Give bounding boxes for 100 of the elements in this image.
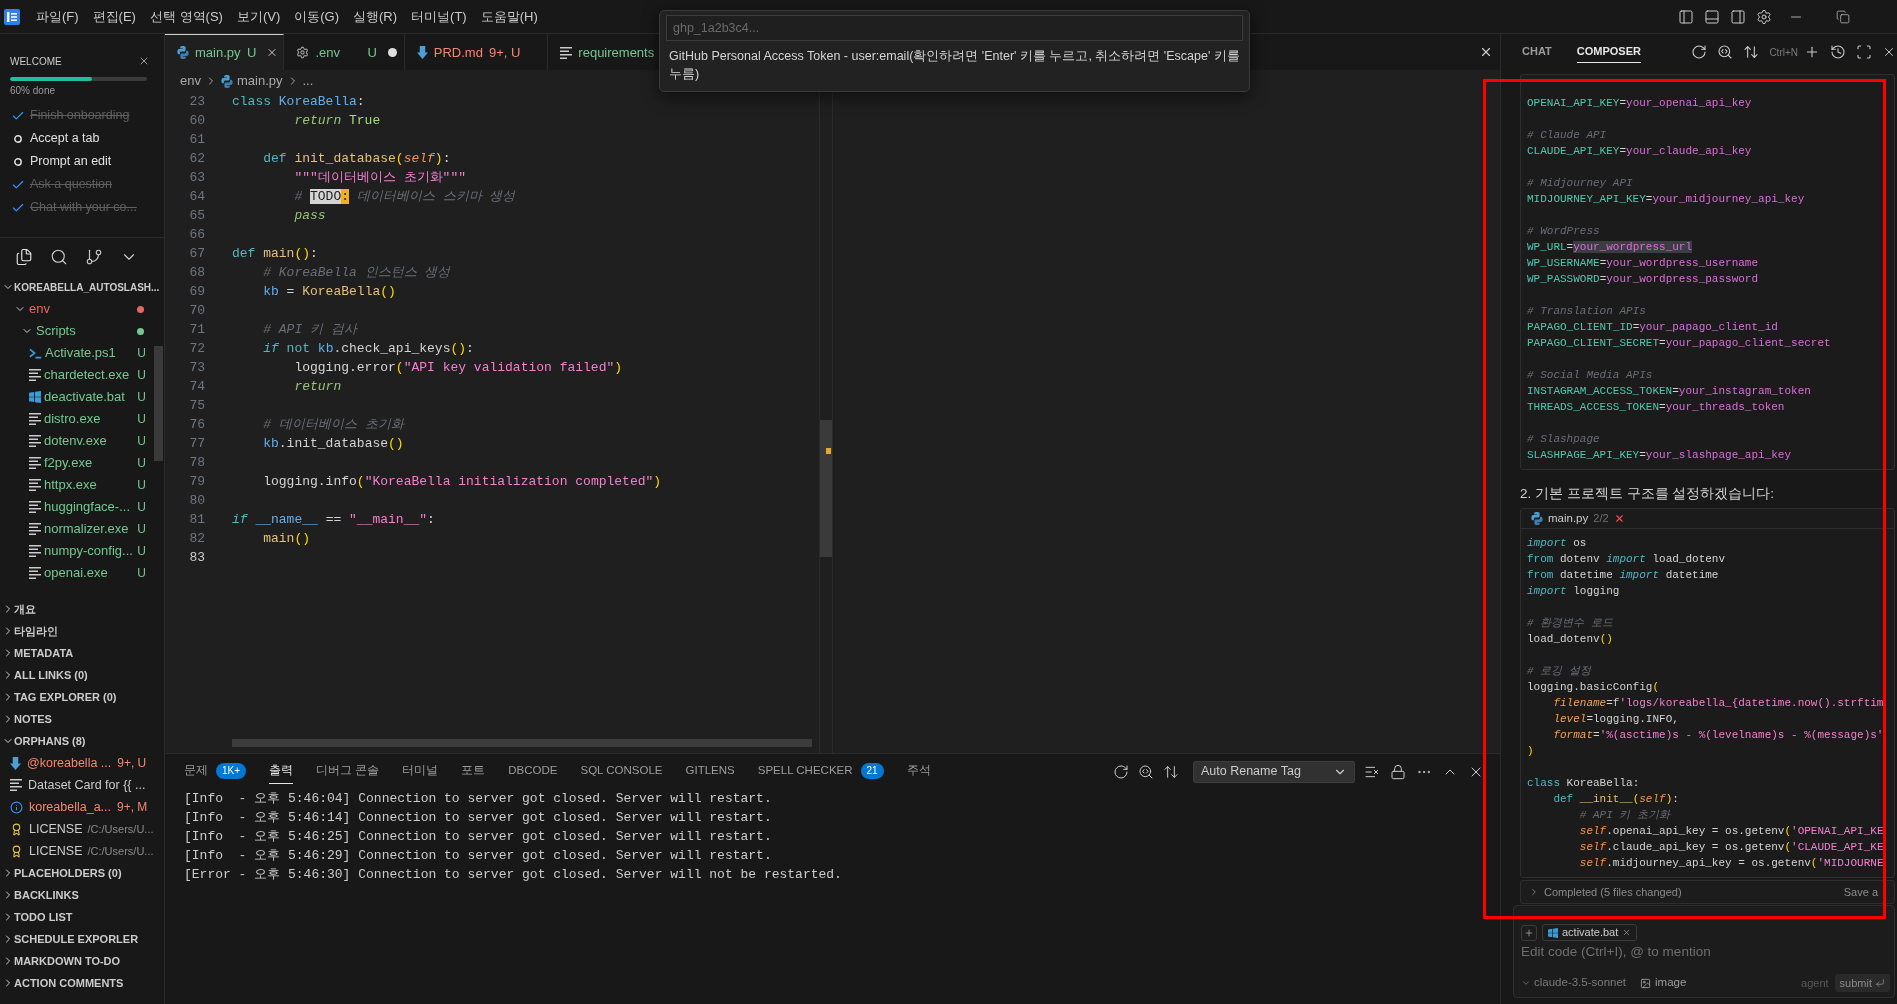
section-title[interactable]: 타임라인 (14, 622, 58, 640)
lock-icon[interactable] (1390, 763, 1406, 780)
file-name[interactable]: @koreabella ... (27, 753, 112, 773)
panel-tab[interactable]: 주석 (906, 759, 931, 784)
file-name[interactable]: huggingface-... (44, 497, 130, 517)
file-name[interactable]: dotenv.exe (44, 431, 107, 451)
panel-tab[interactable]: 디버그 콘솔 (316, 759, 380, 784)
file-name[interactable]: koreabella_a... (29, 797, 111, 817)
file-name[interactable]: LICENSE (29, 819, 83, 839)
folder-name[interactable]: env (29, 299, 50, 319)
git-status: U (137, 389, 146, 406)
refresh-icon[interactable] (1113, 763, 1129, 780)
search-icon[interactable] (1138, 763, 1154, 780)
menu-item[interactable]: 이동(G) (287, 6, 347, 27)
panel-tab[interactable]: SPELL CHECKER 21 (757, 759, 884, 784)
file-name[interactable]: Dataset Card for {{ ... (28, 775, 146, 795)
file-name[interactable]: openai.exe (44, 563, 108, 583)
model-selector[interactable]: claude-3.5-sonnet (1521, 974, 1627, 992)
sort-icon[interactable] (1163, 763, 1179, 780)
refresh-icon[interactable] (1691, 44, 1708, 60)
composer-input[interactable]: Edit code (Ctrl+I), @ to mention (1521, 942, 1881, 962)
section-title[interactable]: TODO LIST (14, 908, 73, 926)
code-line: # 환경변수 로드 (1527, 616, 1613, 631)
section-title[interactable]: ORPHANS (8) (14, 732, 86, 750)
panel-tab[interactable]: GITLENS (685, 759, 735, 784)
onboarding-step[interactable]: Accept a tab (30, 129, 100, 148)
output-channel-select[interactable]: Auto Rename Tag (1193, 760, 1355, 783)
panel-tab[interactable]: DBCODE (508, 759, 558, 784)
settings-icon[interactable] (1756, 8, 1772, 25)
file-name[interactable]: Activate.ps1 (45, 343, 116, 363)
section-title[interactable]: ALL LINKS (0) (14, 666, 88, 684)
file-name[interactable]: httpx.exe (44, 475, 97, 495)
menu-item[interactable]: 파일(F) (29, 6, 86, 27)
onboarding-step[interactable]: Prompt an edit (30, 152, 112, 171)
horizontal-scrollbar[interactable] (232, 739, 812, 747)
section-title[interactable]: ACTION COMMENTS (14, 974, 124, 992)
file-name[interactable]: normalizer.exe (44, 519, 129, 539)
menu-item[interactable]: 선택 영역(S) (142, 6, 230, 27)
section-title[interactable]: TAG EXPLORER (0) (14, 688, 117, 706)
breadcrumb-item[interactable]: ... (302, 71, 314, 91)
panel-tab[interactable]: 포트 (461, 759, 486, 784)
section-title[interactable]: KOREABELLA_AUTOSLASH... (14, 279, 160, 295)
save-link[interactable]: Save a (1843, 883, 1878, 901)
chat-tab[interactable]: COMPOSER (1576, 41, 1641, 63)
menu-item[interactable]: 실행(R) (346, 6, 405, 27)
plus-icon[interactable] (1804, 44, 1820, 60)
token-input[interactable]: ghp_1a2b3c4... (666, 15, 1243, 41)
file-chip[interactable]: activate.bat (1542, 924, 1638, 941)
breadcrumb-item[interactable]: main.py (236, 71, 283, 91)
close-icon[interactable] (1479, 45, 1493, 59)
menu-item[interactable]: 편집(E) (85, 6, 143, 27)
section-title[interactable]: 개요 (14, 600, 36, 618)
file-name[interactable]: LICENSE (29, 841, 83, 861)
ribbon-icon (10, 822, 23, 836)
section-title[interactable]: SCHEDULE EXPORLER (14, 930, 139, 948)
restore-icon[interactable] (1836, 9, 1850, 24)
explorer-icon[interactable] (15, 248, 33, 266)
close-icon[interactable] (1613, 513, 1625, 524)
line-number: 65 (189, 206, 205, 225)
app-logo-icon[interactable] (4, 8, 20, 25)
file-name[interactable]: f2py.exe (44, 453, 93, 473)
editor-tab[interactable]: main.py U (165, 34, 285, 70)
section-title[interactable]: PLACEHOLDERS (0) (14, 864, 122, 882)
file-name[interactable]: deactivate.bat (44, 387, 125, 407)
sidebar-toggle-icon[interactable] (1678, 8, 1694, 25)
menu-item[interactable]: 도움말(H) (473, 6, 545, 27)
file-name[interactable]: distro.exe (44, 409, 101, 429)
menu-item[interactable]: 터미널(T) (404, 6, 474, 27)
file-name[interactable]: chardetect.exe (44, 365, 130, 385)
line-number: 76 (189, 415, 205, 434)
menu-item[interactable]: 보기(V) (229, 6, 288, 27)
submit-button[interactable]: submit (1834, 974, 1890, 992)
panel-toggle-icon[interactable] (1704, 8, 1720, 25)
close-icon[interactable] (138, 55, 150, 67)
secondary-sidebar-icon[interactable] (1730, 8, 1746, 25)
log-line: [Info - 오후 5:46:25] Connection to server got closed. Server will restart. (184, 827, 772, 846)
scrollbar-thumb[interactable] (154, 346, 163, 461)
chevron-right-icon[interactable] (1529, 887, 1539, 897)
image-button[interactable]: image (1640, 974, 1687, 992)
close-icon[interactable] (1882, 45, 1896, 59)
maximize-icon[interactable] (1856, 44, 1872, 60)
search-icon[interactable] (1717, 44, 1734, 60)
line-number: 23 (189, 92, 205, 111)
scrollbar-thumb[interactable] (820, 420, 832, 557)
panel-tab[interactable]: SQL CONSOLE (580, 759, 663, 784)
chat-tab[interactable]: CHAT (1522, 41, 1552, 63)
section-title[interactable]: BACKLINKS (14, 886, 79, 904)
search-icon[interactable] (50, 248, 68, 266)
sort-icon[interactable] (1743, 44, 1760, 60)
panel-tab[interactable]: 출력 (269, 759, 294, 784)
file-name[interactable]: numpy-config... (44, 541, 133, 561)
section-title[interactable]: MARKDOWN TO-DO (14, 952, 121, 970)
panel-tab[interactable]: 터미널 (402, 759, 439, 784)
source-control-icon[interactable] (85, 248, 103, 266)
history-icon[interactable] (1830, 44, 1846, 60)
panel-tab[interactable]: 문제 1K+ (184, 759, 247, 784)
section-title[interactable]: METADATA (14, 644, 74, 662)
folder-name[interactable]: Scripts (36, 321, 76, 341)
breadcrumb-item[interactable]: env (180, 71, 201, 91)
section-title[interactable]: NOTES (14, 710, 52, 728)
